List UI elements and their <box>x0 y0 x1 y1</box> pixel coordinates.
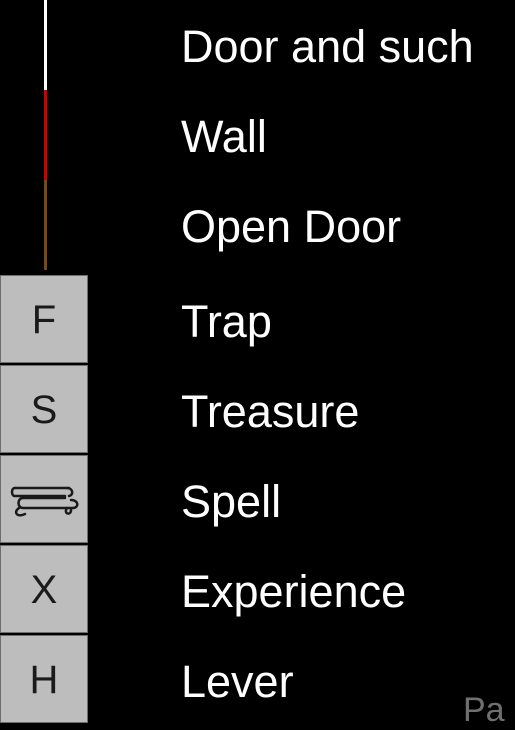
wall-line-symbol <box>44 90 47 180</box>
spell-tile-symbol <box>0 455 88 543</box>
legend-label-open-door: Open Door <box>181 201 402 252</box>
legend-label-experience: Experience <box>181 566 407 617</box>
legend-row-door: Door and such <box>0 0 515 90</box>
lever-tile-symbol: H <box>0 635 88 723</box>
door-line-symbol <box>44 0 47 90</box>
open-door-line-symbol <box>44 180 47 270</box>
legend-row-lever: H Lever <box>0 635 515 725</box>
legend-row-open-door: Open Door <box>0 180 515 270</box>
legend-label-treasure: Treasure <box>181 386 360 437</box>
legend-row-trap: F Trap <box>0 275 515 365</box>
partial-footer-text: Pa <box>463 691 505 729</box>
legend-label-wall: Wall <box>181 111 267 162</box>
legend-label-door: Door and such <box>181 21 474 72</box>
legend-row-wall: Wall <box>0 90 515 180</box>
legend-label-lever: Lever <box>181 656 294 707</box>
legend-row-spell: Spell <box>0 455 515 545</box>
legend-label-trap: Trap <box>181 296 272 347</box>
scroll-icon <box>10 486 79 517</box>
trap-tile-symbol: F <box>0 275 88 363</box>
legend-row-treasure: S Treasure <box>0 365 515 455</box>
experience-tile-symbol: X <box>0 545 88 633</box>
legend-row-experience: X Experience <box>0 545 515 635</box>
treasure-tile-symbol: S <box>0 365 88 453</box>
legend-label-spell: Spell <box>181 476 282 527</box>
map-legend: Door and such Wall Open Door F Trap S Tr… <box>0 0 515 729</box>
